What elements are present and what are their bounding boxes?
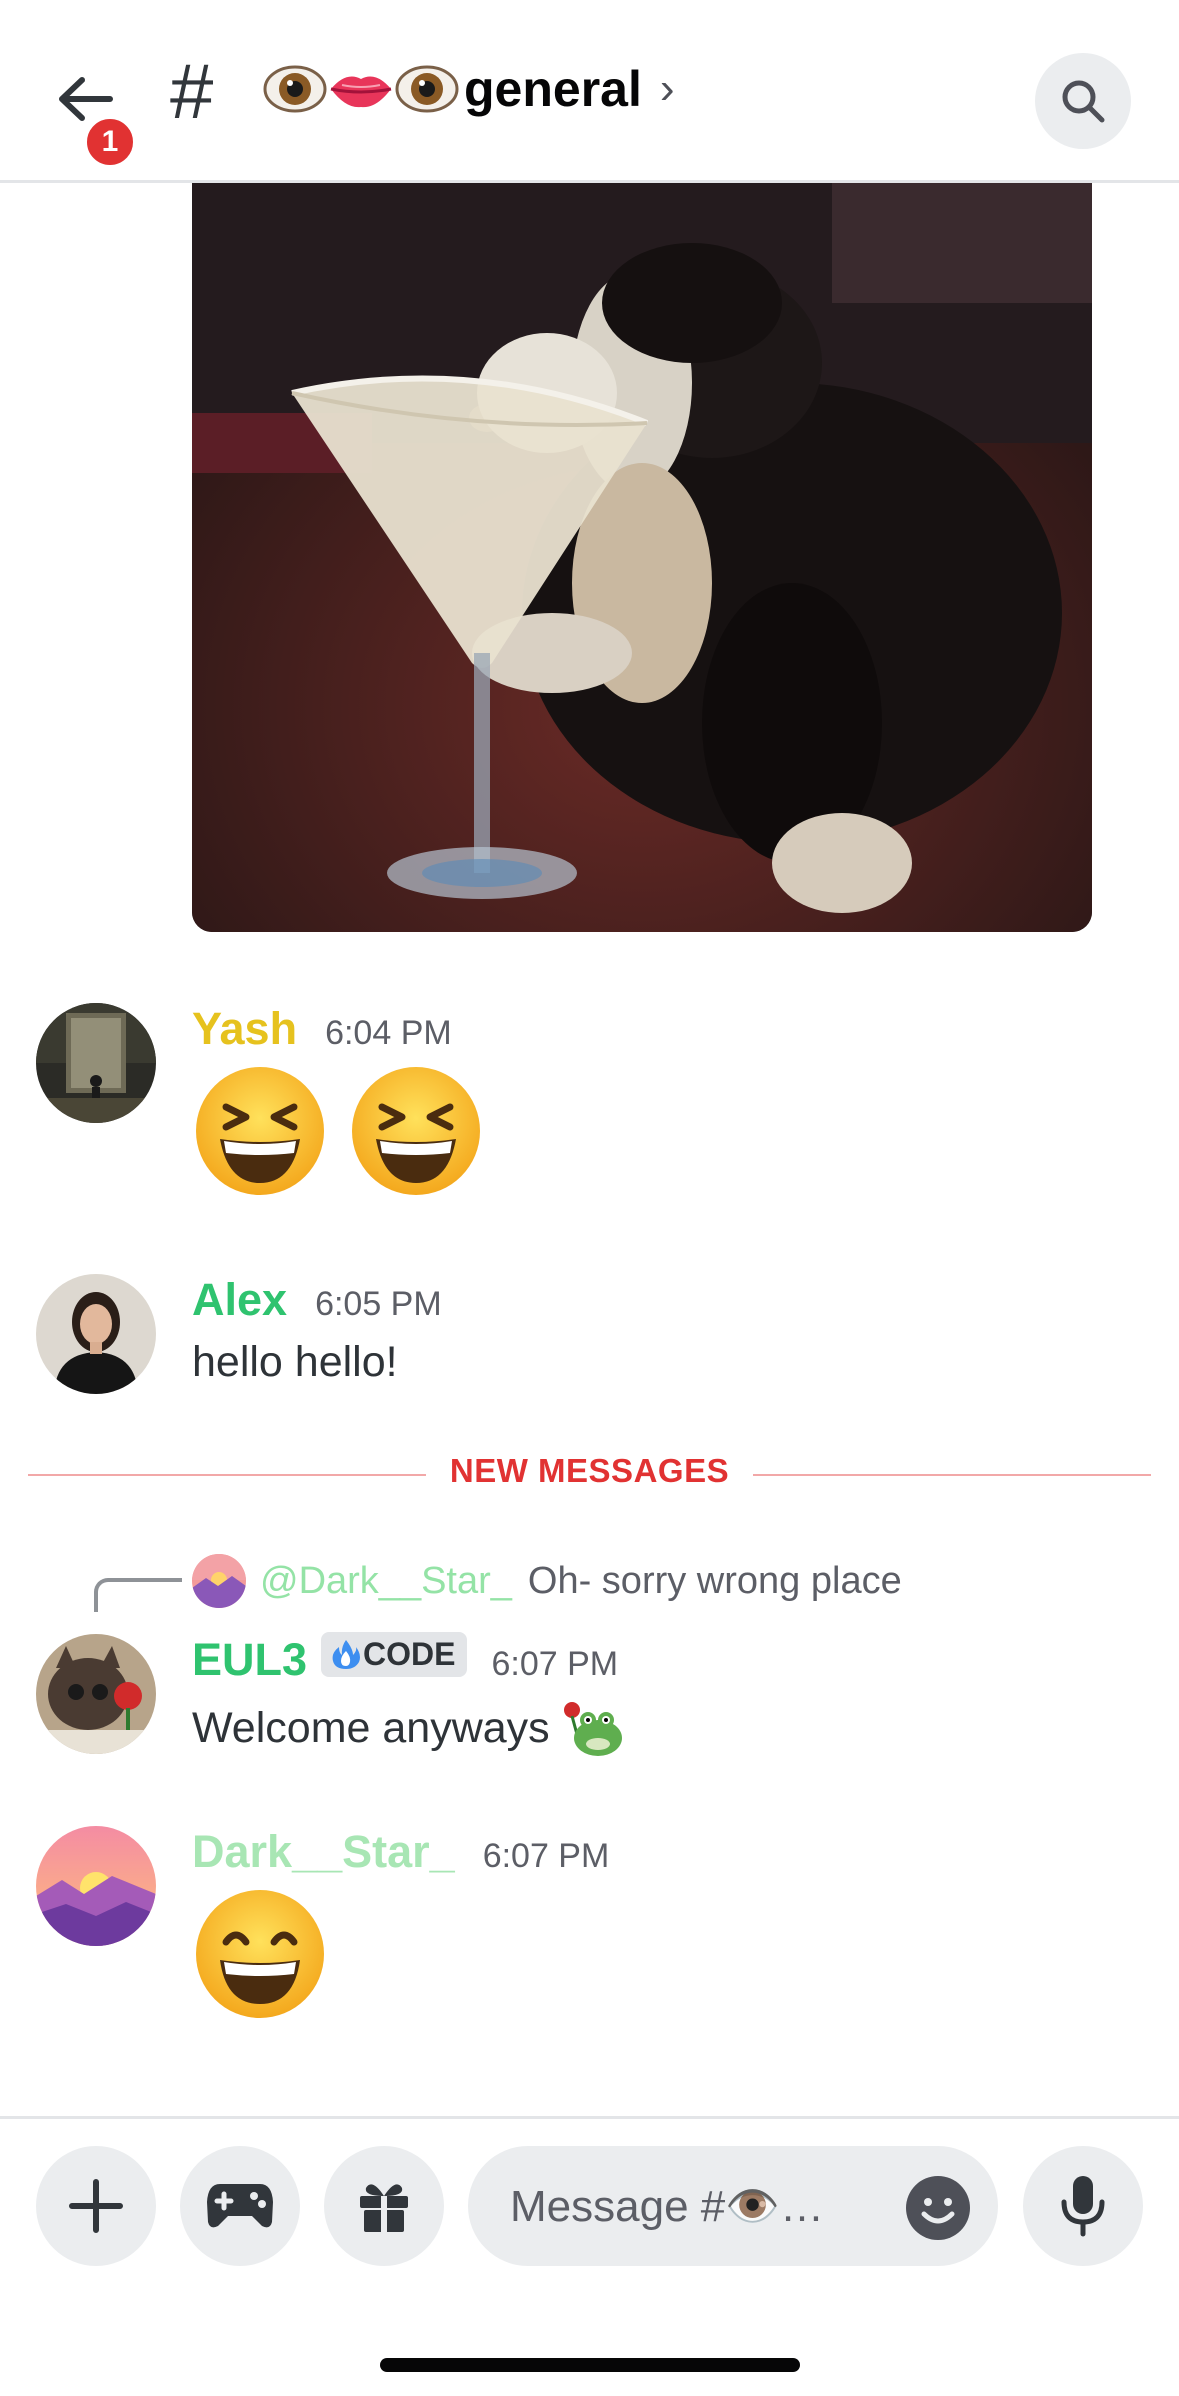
emoji-message <box>192 1063 484 1199</box>
add-attachment-button[interactable] <box>36 2146 156 2266</box>
gamepad-icon <box>207 2184 273 2228</box>
message-input[interactable]: Message #👁️… <box>468 2146 998 2266</box>
username[interactable]: Dark__Star_ <box>192 1826 455 1878</box>
activities-button[interactable] <box>180 2146 300 2266</box>
avatar-image <box>36 1826 156 1946</box>
plus-icon <box>69 2179 123 2233</box>
new-messages-label: NEW MESSAGES <box>425 1452 754 1489</box>
message-text: Welcome anyways <box>192 1703 550 1752</box>
reply-avatar <box>192 1554 246 1608</box>
avatar[interactable] <box>36 1274 156 1394</box>
smile-icon <box>906 2176 970 2240</box>
reply-reference[interactable]: @Dark__Star_ Oh- sorry wrong place <box>192 1554 902 1608</box>
avatar-image <box>36 1274 156 1394</box>
username[interactable]: EUL3 <box>192 1634 307 1686</box>
avatar[interactable] <box>36 1003 156 1123</box>
flame-icon <box>332 1640 361 1669</box>
lips-icon <box>330 76 392 108</box>
chevron-right-icon: › <box>659 64 675 113</box>
reply-username[interactable]: @Dark__Star_ <box>260 1560 512 1603</box>
avatar-image <box>36 1003 156 1123</box>
channel-header: 1 # general › <box>0 0 1179 183</box>
new-messages-divider: NEW MESSAGES <box>28 1452 1151 1489</box>
timestamp: 6:04 PM <box>325 1014 452 1052</box>
cat-drinking-cocktail-image <box>192 183 1092 932</box>
message-input-placeholder: Message #👁️… <box>510 2182 825 2231</box>
unread-badge: 1 <box>82 114 138 170</box>
emoji-picker-button[interactable] <box>906 2176 970 2245</box>
emoji-message <box>192 1886 328 2022</box>
message-text: hello hello! <box>192 1338 398 1386</box>
timestamp: 6:05 PM <box>315 1285 442 1323</box>
message-body: Welcome anyways <box>192 1698 624 1758</box>
eye-icon <box>395 65 459 113</box>
channel-hash-icon: # <box>170 47 214 135</box>
gift-icon <box>360 2184 408 2232</box>
grinning-squinting-face-icon <box>196 1067 324 1195</box>
channel-title[interactable]: general › <box>262 60 675 118</box>
timestamp: 6:07 PM <box>482 1837 610 1875</box>
composer-divider <box>0 2116 1179 2119</box>
avatar[interactable] <box>36 1634 156 1754</box>
message-header: EUL3 CODE 6:07 PM <box>192 1631 619 1686</box>
message-header: Yash 6:04 PM <box>192 1003 452 1055</box>
guild-tag[interactable]: CODE <box>321 1631 468 1677</box>
gift-button[interactable] <box>324 2146 444 2266</box>
beaming-face-icon <box>196 1890 324 2018</box>
home-indicator[interactable] <box>380 2358 800 2372</box>
channel-emoji-group <box>262 63 460 115</box>
avatar-image <box>192 1554 246 1608</box>
reply-text: Oh- sorry wrong place <box>527 1559 902 1602</box>
message-header: Dark__Star_ 6:07 PM <box>192 1826 609 1878</box>
message-header: Alex 6:05 PM <box>192 1274 442 1326</box>
username[interactable]: Alex <box>192 1274 287 1326</box>
reply-spine <box>94 1578 182 1612</box>
frog-with-rose-icon <box>563 1702 622 1756</box>
avatar[interactable] <box>36 1826 156 1946</box>
image-attachment[interactable] <box>192 183 1092 932</box>
eye-icon <box>263 65 327 113</box>
microphone-icon <box>1061 2176 1105 2237</box>
guild-tag-label: CODE <box>363 1635 456 1672</box>
voice-message-button[interactable] <box>1023 2146 1143 2266</box>
grinning-squinting-face-icon <box>352 1067 480 1195</box>
username[interactable]: Yash <box>192 1003 297 1055</box>
channel-name: general <box>464 61 642 117</box>
timestamp: 6:07 PM <box>491 1645 619 1683</box>
avatar-image <box>36 1634 156 1754</box>
divider-label-wrap: NEW MESSAGES <box>28 1452 1151 1490</box>
search-button[interactable] <box>1035 53 1131 149</box>
back-button[interactable]: 1 <box>48 62 138 170</box>
search-icon <box>1062 80 1105 123</box>
